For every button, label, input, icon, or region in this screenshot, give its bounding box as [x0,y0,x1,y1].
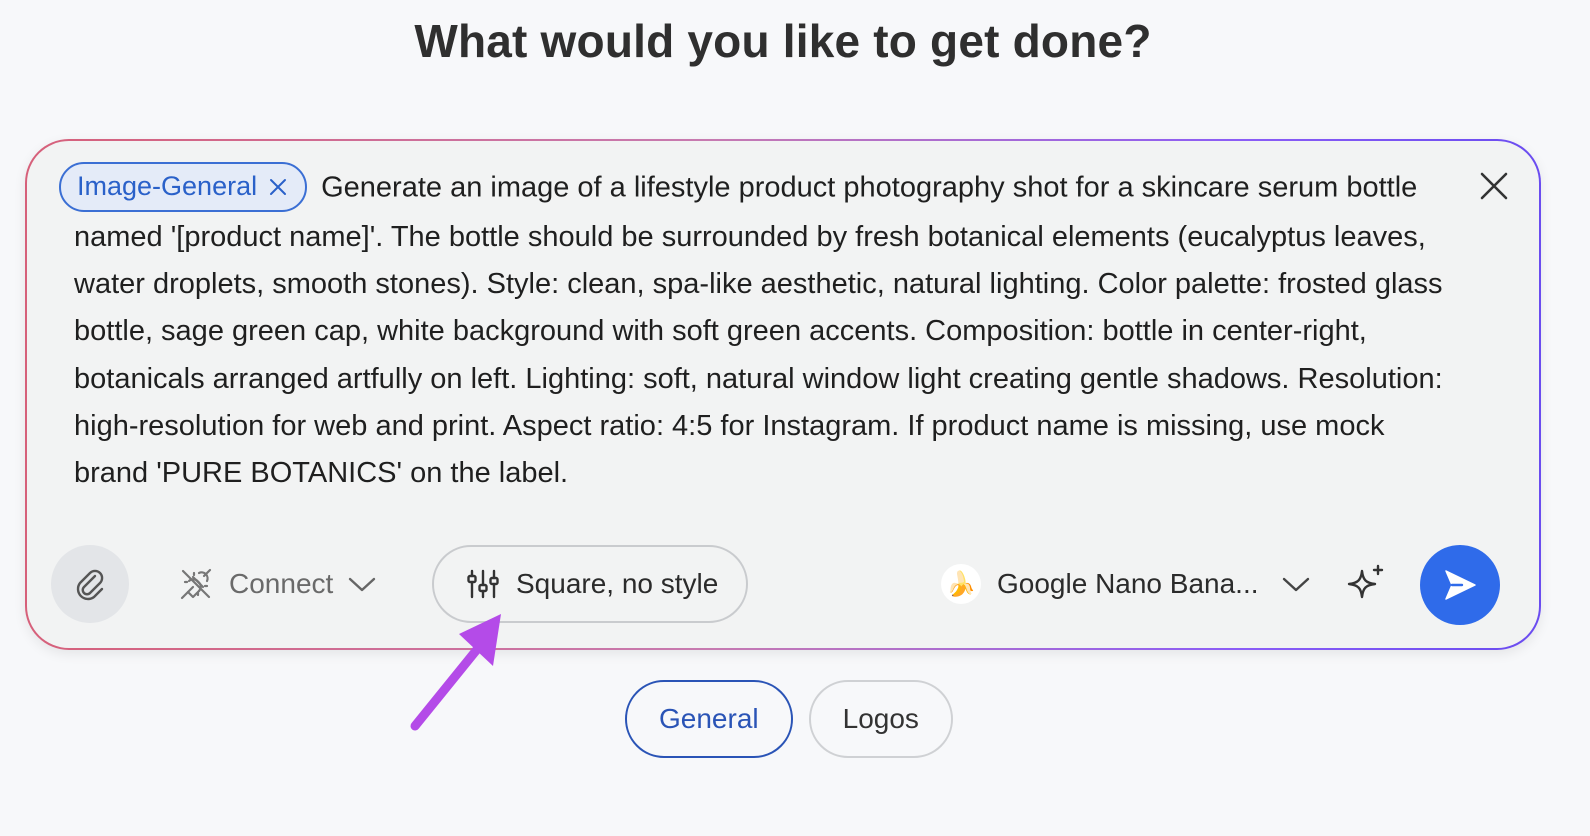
tag-chip-label: Image-General [77,171,258,202]
composer-inner: Image-General Generate an image of a lif… [27,141,1539,648]
attach-button[interactable] [51,545,129,623]
composer-toolbar: Connect Square, no style 🍌 Google Nano B… [27,543,1539,625]
connect-label: Connect [229,568,334,599]
plug-disconnected-icon [180,568,212,600]
prompt-composer: Image-General Generate an image of a lif… [25,139,1541,650]
chevron-down-icon [349,577,376,592]
send-icon [1445,570,1476,600]
category-tabs: General Logos [625,680,953,758]
annotation-arrow [410,614,501,731]
prompt-input[interactable]: Image-General Generate an image of a lif… [59,162,1464,497]
sliders-icon [467,569,499,599]
prompt-text: Generate an image of a lifestyle product… [74,171,1443,490]
category-general[interactable]: General [625,680,793,758]
connect-dropdown[interactable]: Connect [177,555,377,613]
send-button[interactable] [1420,545,1500,625]
model-selector[interactable]: 🍌 Google Nano Bana... [941,555,1311,613]
remove-tag-icon[interactable] [267,176,289,198]
tag-chip-image-general[interactable]: Image-General [59,162,308,212]
paperclip-icon [76,569,104,601]
page-title: What would you like to get done? [414,15,1152,67]
sparkle-icon[interactable] [1345,563,1387,605]
model-label: Google Nano Bana... [997,568,1259,599]
category-logos[interactable]: Logos [808,680,953,758]
banana-icon: 🍌 [941,564,981,604]
aspect-style-label: Square, no style [516,568,719,599]
chevron-down-icon [1282,577,1309,592]
close-icon[interactable] [1477,169,1511,203]
